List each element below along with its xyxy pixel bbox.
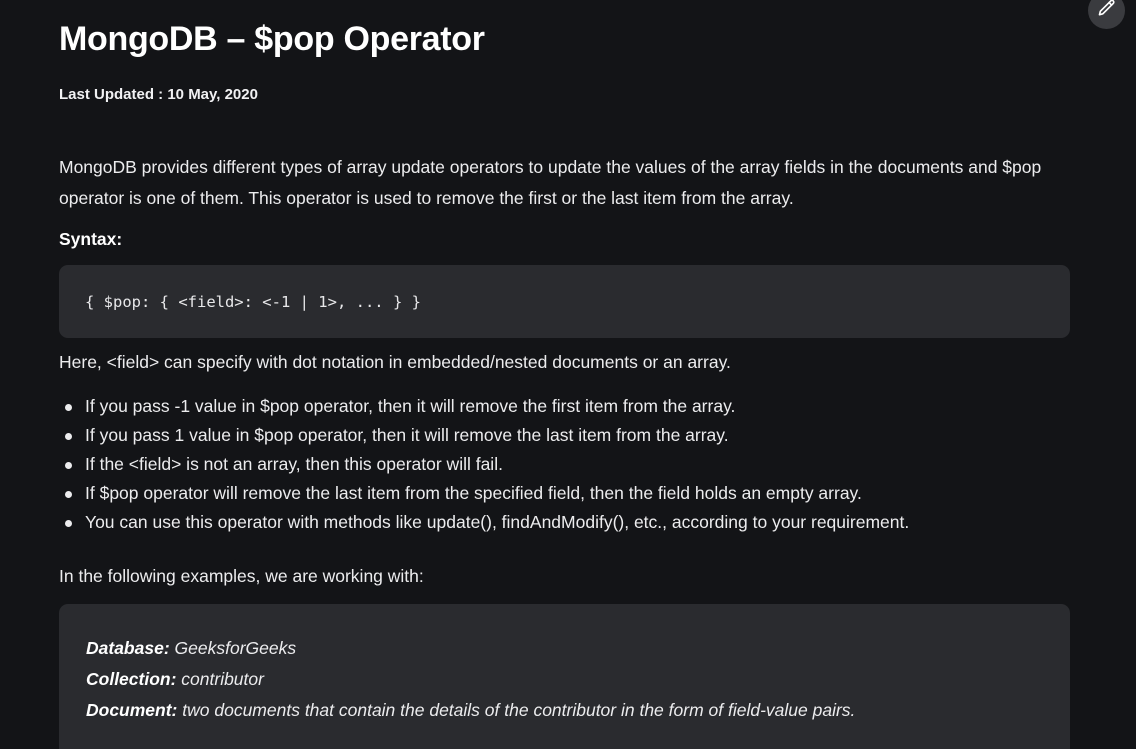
list-item: If you pass 1 value in $pop operator, th… [59, 421, 909, 450]
syntax-code: { $pop: { <field>: <-1 | 1>, ... } } [85, 292, 421, 311]
collection-label: Collection: [86, 669, 177, 689]
example-info-block: Database: GeeksforGeeks Collection: cont… [59, 604, 1070, 749]
syntax-heading: Syntax: [59, 229, 123, 249]
field-note: Here, <field> can specify with dot notat… [59, 352, 731, 372]
collection-value: contributor [176, 669, 264, 689]
pencil-icon [1097, 0, 1117, 23]
syntax-code-block: { $pop: { <field>: <-1 | 1>, ... } } [59, 265, 1070, 338]
database-line: Database: GeeksforGeeks [86, 633, 1043, 664]
examples-intro: In the following examples, we are workin… [59, 566, 424, 586]
edit-button[interactable] [1088, 0, 1125, 29]
intro-paragraph: MongoDB provides different types of arra… [59, 157, 1042, 208]
collection-line: Collection: contributor [86, 664, 1043, 695]
database-value: GeeksforGeeks [169, 638, 297, 658]
article-page: MongoDB – $pop Operator Last Updated : 1… [0, 0, 1136, 749]
database-label: Database: [86, 638, 170, 658]
document-label: Document: [86, 700, 178, 720]
document-value: two documents that contain the details o… [177, 700, 856, 720]
list-item: If the <field> is not an array, then thi… [59, 450, 909, 479]
rules-list: If you pass -1 value in $pop operator, t… [59, 392, 909, 537]
list-item: If you pass -1 value in $pop operator, t… [59, 392, 909, 421]
page-title: MongoDB – $pop Operator [59, 20, 485, 58]
document-line: Document: two documents that contain the… [86, 695, 1043, 726]
list-item: If $pop operator will remove the last it… [59, 479, 909, 508]
list-item: You can use this operator with methods l… [59, 508, 909, 537]
last-updated: Last Updated : 10 May, 2020 [59, 86, 258, 103]
